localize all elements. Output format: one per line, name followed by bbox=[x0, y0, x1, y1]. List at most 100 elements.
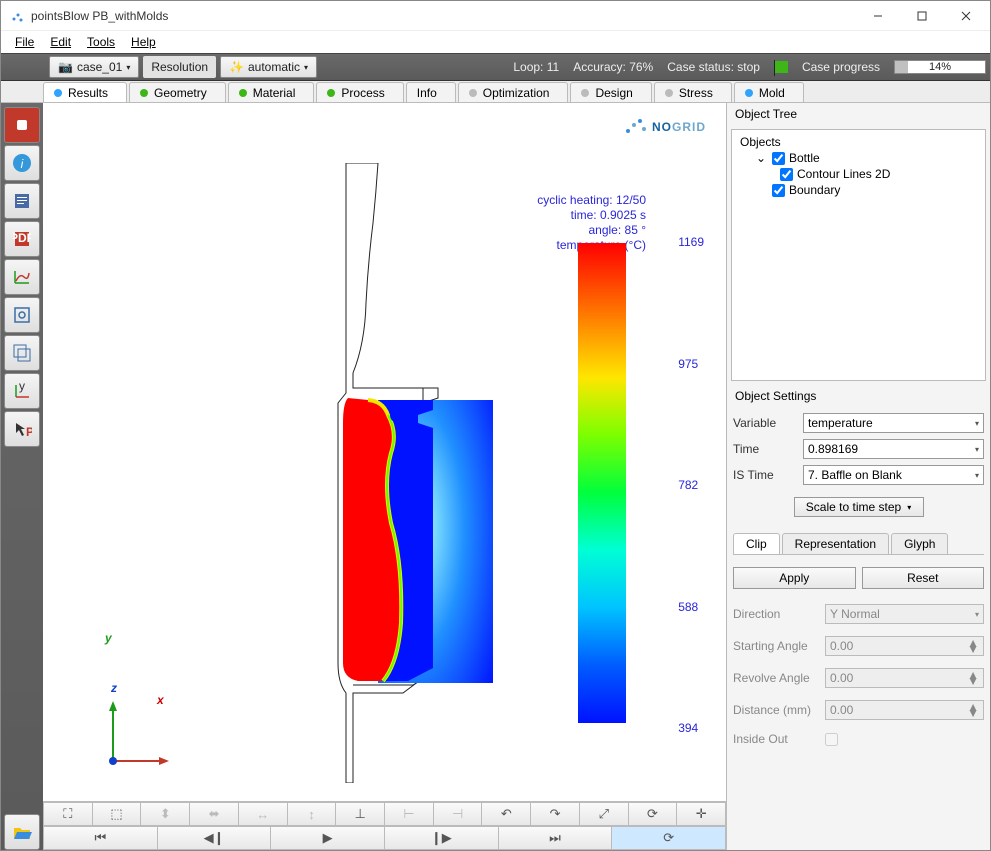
scale-time-step-button[interactable]: Scale to time step▾ bbox=[794, 497, 924, 517]
view-xz-button[interactable]: ⊢ bbox=[384, 802, 433, 826]
settings-subtabs: Clip Representation Glyph bbox=[733, 533, 984, 555]
zoom-in-button[interactable]: ⤢ bbox=[579, 802, 628, 826]
fit-view-button[interactable]: ⛶ bbox=[43, 802, 92, 826]
prev-frame-button[interactable]: ◀❙ bbox=[157, 826, 271, 850]
viewport[interactable]: NOGRID cyclic heating: 12/50time: 0.9025… bbox=[43, 103, 726, 801]
pdf-button[interactable]: PDF bbox=[4, 221, 40, 257]
menu-edit[interactable]: Edit bbox=[42, 33, 79, 51]
case-status: Case status: stop bbox=[667, 60, 760, 74]
object-tree-panel: Objects ⌄Bottle Contour Lines 2D Boundar… bbox=[731, 129, 986, 381]
resolution-selector[interactable]: ✨ automatic ▾ bbox=[220, 56, 317, 78]
menu-file[interactable]: File bbox=[7, 33, 42, 51]
info-button[interactable]: i bbox=[4, 145, 40, 181]
progress-label: Case progress bbox=[802, 60, 880, 74]
app-icon bbox=[9, 8, 25, 24]
view-yz-button[interactable]: ⊣ bbox=[433, 802, 482, 826]
view-xy-button[interactable]: ⊥ bbox=[335, 802, 384, 826]
loop-status: Loop: 11 bbox=[513, 60, 559, 74]
colorbar-labels: 1169975 782588 394 bbox=[678, 235, 704, 735]
object-tree-title: Object Tree bbox=[727, 103, 990, 125]
tree-root[interactable]: Objects bbox=[740, 134, 977, 150]
tab-stress[interactable]: Stress bbox=[654, 82, 732, 102]
main-toolbar: 📷 case_01 ▾ Resolution ✨ automatic ▾ Loo… bbox=[1, 53, 990, 81]
tab-mold[interactable]: Mold bbox=[734, 82, 804, 102]
wand-icon: ✨ bbox=[229, 60, 244, 74]
distance-input: 0.00▲▼ bbox=[825, 700, 984, 720]
accuracy-status: Accuracy: 76% bbox=[573, 60, 653, 74]
object-tree[interactable]: Objects ⌄Bottle Contour Lines 2D Boundar… bbox=[732, 130, 985, 380]
spin-button[interactable]: ⟳ bbox=[628, 802, 677, 826]
chart-button[interactable] bbox=[4, 259, 40, 295]
inside-out-checkbox bbox=[825, 733, 838, 746]
tree-item-boundary[interactable]: Boundary bbox=[740, 182, 977, 198]
stop-button[interactable] bbox=[4, 107, 40, 143]
variable-select[interactable]: temperature▾ bbox=[803, 413, 984, 433]
case-selector[interactable]: 📷 case_01 ▾ bbox=[49, 56, 139, 78]
axes-button[interactable]: y bbox=[4, 373, 40, 409]
colorbar bbox=[578, 243, 626, 723]
tab-results[interactable]: Results bbox=[43, 82, 127, 102]
object-settings-panel: Variable temperature▾ Time 0.898169▾ IS … bbox=[727, 407, 990, 755]
snapshot-button[interactable] bbox=[4, 297, 40, 333]
chevron-down-icon: ▾ bbox=[304, 63, 308, 72]
first-frame-button[interactable]: ⏮ bbox=[43, 826, 157, 850]
last-frame-button[interactable]: ⏭ bbox=[498, 826, 612, 850]
pan-down-button[interactable]: ⬌ bbox=[189, 802, 238, 826]
left-toolbar: i PDF y P bbox=[1, 103, 43, 850]
resolution-label: Resolution bbox=[143, 56, 216, 78]
tree-item-bottle[interactable]: ⌄Bottle bbox=[740, 150, 977, 166]
tab-process[interactable]: Process bbox=[316, 82, 403, 102]
zoom-box-button[interactable]: ⬚ bbox=[92, 802, 141, 826]
istime-select[interactable]: 7. Baffle on Blank▾ bbox=[803, 465, 984, 485]
reset-button[interactable]: Reset bbox=[862, 567, 985, 589]
play-button[interactable]: ▶ bbox=[270, 826, 384, 850]
bottom-tools: ⛶ ⬚ ⬍ ⬌ ↔ ↕ ⊥ ⊢ ⊣ ↶ ↷ ⤢ ⟳ ✛ ⏮ ◀❙ bbox=[43, 801, 726, 850]
pan-right-button[interactable]: ↕ bbox=[287, 802, 336, 826]
axis-triad: y x z bbox=[93, 701, 173, 781]
tab-optimization[interactable]: Optimization bbox=[458, 82, 569, 102]
close-button[interactable] bbox=[944, 2, 988, 30]
tab-design[interactable]: Design bbox=[570, 82, 651, 102]
snapshot-all-button[interactable] bbox=[4, 335, 40, 371]
rotate-right-button[interactable]: ↷ bbox=[530, 802, 579, 826]
menu-tools[interactable]: Tools bbox=[79, 33, 123, 51]
right-pane: Object Tree Objects ⌄Bottle Contour Line… bbox=[726, 103, 990, 850]
main-tabs: Results Geometry Material Process Info O… bbox=[1, 81, 990, 103]
starting-angle-input: 0.00▲▼ bbox=[825, 636, 984, 656]
pan-left-button[interactable]: ↔ bbox=[238, 802, 287, 826]
tree-item-contour[interactable]: Contour Lines 2D bbox=[740, 166, 977, 182]
next-frame-button[interactable]: ❙▶ bbox=[384, 826, 498, 850]
tab-material[interactable]: Material bbox=[228, 82, 315, 102]
pan-up-button[interactable]: ⬍ bbox=[140, 802, 189, 826]
apply-button[interactable]: Apply bbox=[733, 567, 856, 589]
tab-info[interactable]: Info bbox=[406, 82, 456, 102]
menu-help[interactable]: Help bbox=[123, 33, 164, 51]
subtab-glyph[interactable]: Glyph bbox=[891, 533, 948, 554]
titlebar: pointsBlow PB_withMolds bbox=[1, 1, 990, 31]
subtab-representation[interactable]: Representation bbox=[782, 533, 889, 554]
camera-icon: 📷 bbox=[58, 60, 73, 74]
direction-select: Y Normal▾ bbox=[825, 604, 984, 624]
chevron-down-icon: ▾ bbox=[126, 63, 130, 72]
object-settings-title: Object Settings bbox=[727, 385, 990, 407]
tab-geometry[interactable]: Geometry bbox=[129, 82, 226, 102]
transport-row: ⏮ ◀❙ ▶ ❙▶ ⏭ ⟳ bbox=[43, 826, 726, 850]
subtab-clip[interactable]: Clip bbox=[733, 533, 780, 554]
svg-text:i: i bbox=[21, 157, 24, 171]
time-select[interactable]: 0.898169▾ bbox=[803, 439, 984, 459]
loop-button[interactable]: ⟳ bbox=[611, 826, 726, 850]
nogrid-logo: NOGRID bbox=[622, 115, 706, 136]
svg-text:y: y bbox=[19, 381, 25, 393]
simulation-render bbox=[283, 163, 583, 783]
svg-text:P: P bbox=[26, 425, 32, 439]
minimize-button[interactable] bbox=[856, 2, 900, 30]
flag-icon bbox=[774, 61, 788, 73]
open-folder-button[interactable] bbox=[4, 814, 40, 850]
notes-button[interactable] bbox=[4, 183, 40, 219]
maximize-button[interactable] bbox=[900, 2, 944, 30]
revolve-angle-input: 0.00▲▼ bbox=[825, 668, 984, 688]
pick-button[interactable]: P bbox=[4, 411, 40, 447]
svg-text:PDF: PDF bbox=[13, 231, 31, 245]
rotate-left-button[interactable]: ↶ bbox=[481, 802, 530, 826]
pick-point-button[interactable]: ✛ bbox=[676, 802, 726, 826]
